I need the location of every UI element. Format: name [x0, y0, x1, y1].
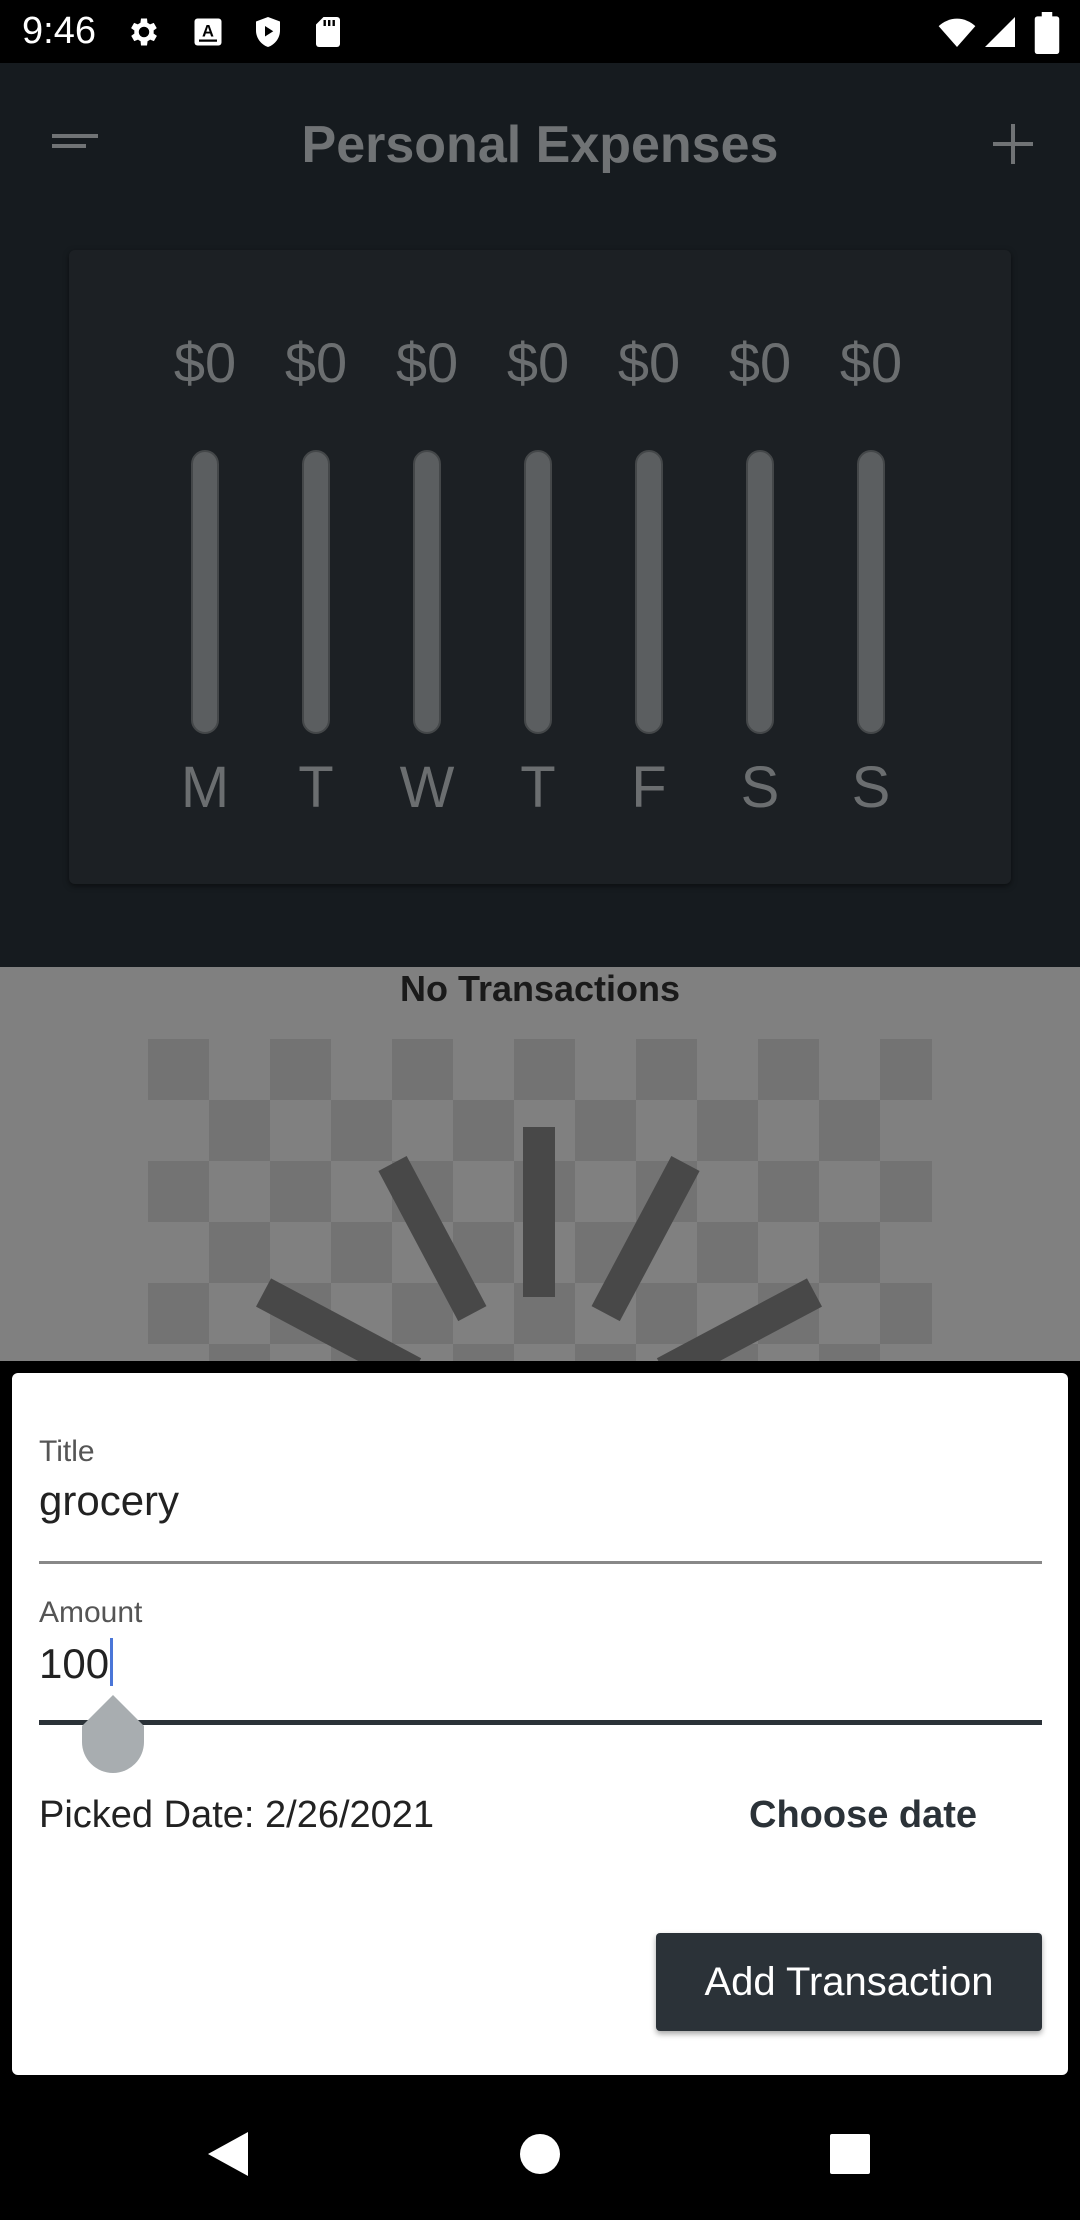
chart-column: $0 S	[816, 250, 926, 884]
svg-text:A: A	[202, 23, 214, 41]
transactions-list: No Transactions	[0, 967, 1080, 1361]
empty-state-image-icon	[148, 1039, 932, 1361]
text-selection-handle[interactable]	[82, 1695, 144, 1773]
a-keyboard-icon: A	[194, 18, 222, 46]
play-protect-icon	[256, 17, 280, 47]
title-field[interactable]: grocery	[39, 1477, 179, 1525]
battery-icon	[1034, 12, 1060, 54]
chart-column: $0 W	[372, 250, 482, 884]
chart-bar	[746, 450, 774, 734]
chart-day-label: F	[631, 755, 667, 820]
status-time: 9:46	[22, 10, 96, 52]
amount-field-value: 100	[39, 1640, 110, 1687]
chart-column: $0 M	[150, 250, 260, 884]
wifi-icon	[938, 18, 976, 47]
title-field-underline	[39, 1561, 1042, 1564]
chart-bar	[524, 450, 552, 734]
chart-amount: $0	[173, 331, 237, 394]
title-field-label: Title	[39, 1435, 95, 1468]
no-transactions-label: No Transactions	[399, 968, 681, 1009]
chart-column: $0 T	[483, 250, 593, 884]
cellular-signal-icon	[985, 17, 1015, 47]
chart-bar	[302, 450, 330, 734]
chart-bar	[413, 450, 441, 734]
weekly-chart-card: $0 M $0 T $0 W $0 T $0 F $0 S $0 S	[69, 250, 1011, 884]
chart-day-label: W	[399, 755, 455, 820]
chart-column: $0 F	[594, 250, 704, 884]
chart-day-label: S	[851, 755, 891, 820]
chart-amount: $0	[284, 331, 348, 394]
chart-bar	[857, 450, 885, 734]
chart-amount: $0	[506, 331, 570, 394]
chart-day-label: M	[180, 755, 230, 820]
new-transaction-sheet: Title grocery Amount 100 Picked Date: 2/…	[12, 1373, 1068, 2075]
text-cursor	[110, 1638, 114, 1686]
chart-day-label: T	[298, 755, 334, 820]
recents-square-icon[interactable]	[820, 2124, 880, 2184]
app-bar: Personal Expenses	[0, 63, 1080, 225]
chart-day-label: T	[520, 755, 556, 820]
chart-bar	[191, 450, 219, 734]
app-title: Personal Expenses	[301, 116, 779, 174]
chart-area: $0 M $0 T $0 W $0 T $0 F $0 S $0 S	[0, 225, 1080, 967]
sd-card-icon	[316, 17, 340, 47]
gear-icon	[131, 18, 157, 46]
choose-date-button[interactable]: Choose date	[749, 1794, 977, 1837]
chart-amount: $0	[617, 331, 681, 394]
chart-amount: $0	[395, 331, 459, 394]
plus-icon[interactable]	[990, 121, 1036, 167]
amount-field[interactable]: 100	[39, 1638, 114, 1688]
chart-amount: $0	[839, 331, 903, 394]
picked-date-text: Picked Date: 2/26/2021	[39, 1794, 435, 1836]
status-bar: 9:46 A	[0, 0, 1080, 63]
chart-column: $0 S	[705, 250, 815, 884]
back-triangle-icon[interactable]	[200, 2124, 260, 2184]
chart-column: $0 T	[261, 250, 371, 884]
navigation-bar	[0, 2088, 1080, 2220]
add-transaction-button[interactable]: Add Transaction	[656, 1933, 1042, 2031]
amount-field-label: Amount	[39, 1596, 143, 1629]
chart-day-label: S	[740, 755, 780, 820]
amount-field-underline	[39, 1720, 1042, 1725]
chart-bar	[635, 450, 663, 734]
home-circle-icon[interactable]	[510, 2124, 570, 2184]
chart-amount: $0	[728, 331, 792, 394]
